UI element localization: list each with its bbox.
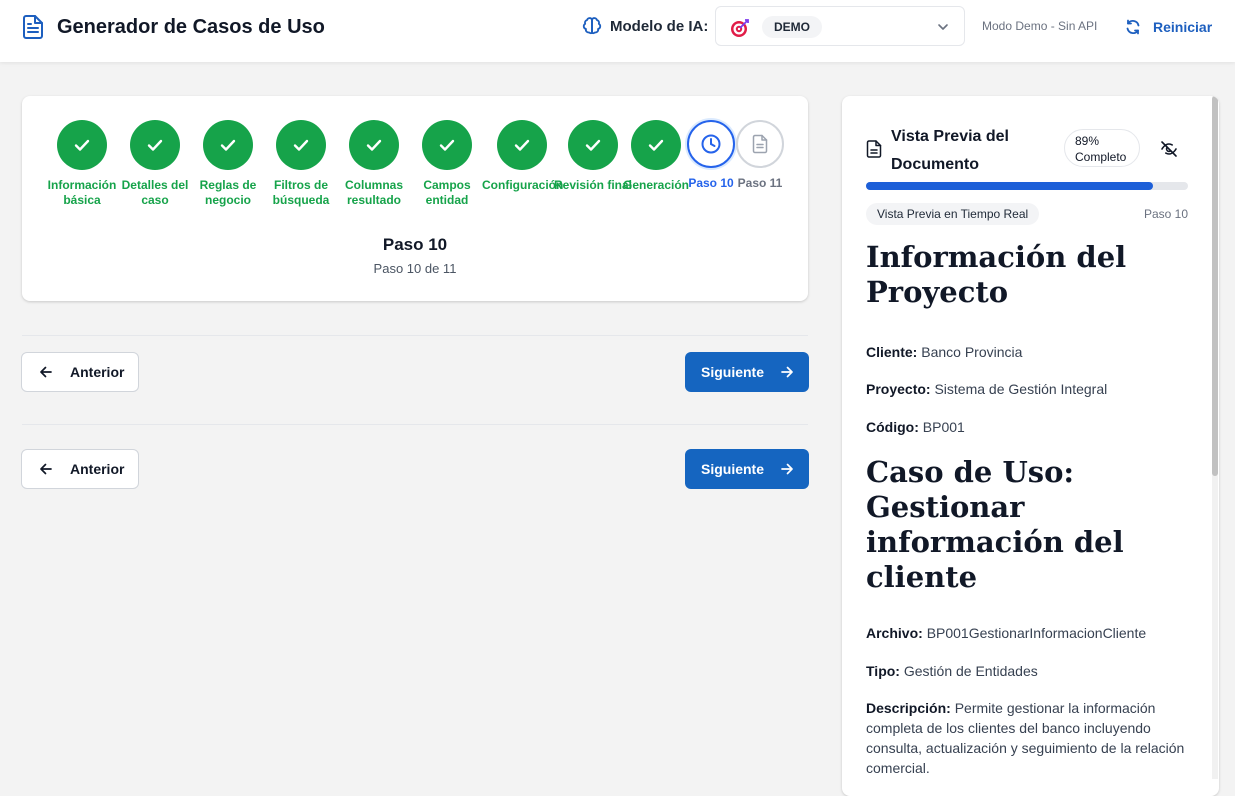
step-3[interactable]: Reglas de negocio: [188, 120, 268, 208]
model-select[interactable]: DEMO: [715, 6, 965, 46]
chevron-down-icon: [938, 24, 948, 30]
step-label: Filtros de búsqueda: [272, 178, 330, 207]
completion-progress-bar: [866, 182, 1188, 190]
step-6[interactable]: Campos entidad: [407, 120, 487, 208]
document-icon: [866, 140, 882, 158]
preview-title: Vista Previa del Documento: [891, 128, 1009, 173]
check-icon: [422, 120, 472, 170]
check-icon: [57, 120, 107, 170]
model-badge: DEMO: [762, 16, 822, 38]
doc-field-label: Tipo:: [866, 663, 900, 679]
doc-field-value: Gestión de Entidades: [903, 663, 1038, 679]
scrollbar-thumb[interactable]: [1212, 96, 1218, 476]
completion-badge: 89% Completo: [1064, 129, 1140, 167]
step-2[interactable]: Detalles del caso: [115, 120, 195, 208]
step-label: Detalles del caso: [121, 178, 189, 207]
step-11: Paso 11: [720, 120, 800, 191]
arrow-left-icon: [40, 366, 52, 378]
check-icon: [203, 120, 253, 170]
step-label: Reglas de negocio: [199, 178, 257, 207]
next-label: Siguiente: [701, 364, 765, 380]
doc-field-value: BP001GestionarInformacionCliente: [926, 625, 1147, 641]
doc-field-label: Proyecto:: [866, 381, 931, 397]
document-icon: [736, 120, 784, 168]
preview-scrollbar[interactable]: [1212, 96, 1218, 779]
doc-heading-case: Caso de Uso: Gestionar información del c…: [866, 455, 1124, 594]
step-5[interactable]: Columnas resultado: [334, 120, 414, 208]
check-icon: [276, 120, 326, 170]
step-4[interactable]: Filtros de búsqueda: [261, 120, 341, 208]
check-icon: [349, 120, 399, 170]
previous-label: Anterior: [70, 364, 125, 380]
doc-field-label: Código:: [866, 419, 919, 435]
document-icon: [23, 15, 43, 39]
doc-field-label: Cliente:: [866, 344, 918, 360]
stepper-card: Información básica Detalles del caso Regla…: [22, 96, 808, 301]
app-title: Generador de Casos de Uso: [57, 16, 325, 38]
doc-type-line: Tipo: Gestión de Entidades: [866, 661, 1186, 681]
brain-icon: [582, 17, 602, 35]
preview-step-label: Paso 10: [1143, 207, 1188, 221]
doc-field-label: Descripción:: [866, 700, 951, 716]
step-7[interactable]: Configuración: [482, 120, 564, 193]
restart-button[interactable]: Reiniciar: [1125, 16, 1212, 38]
document-preview-panel: Vista Previa del Documento 89% Completo …: [842, 96, 1219, 796]
doc-client-line: Cliente: Banco Provincia: [866, 342, 1186, 362]
divider: [22, 424, 808, 425]
next-label: Siguiente: [701, 461, 765, 477]
refresh-icon: [1126, 19, 1140, 35]
doc-heading-project: Información del Proyecto: [866, 240, 1127, 309]
current-step-subtitle: Paso 10 de 11: [373, 261, 457, 276]
doc-code-line: Código: BP001: [866, 417, 1186, 437]
step-label: Paso 11: [737, 176, 783, 190]
step-1[interactable]: Información básica: [42, 120, 122, 208]
doc-description-line: Descripción: Permite gestionar la inform…: [866, 698, 1186, 778]
previous-button[interactable]: Anterior: [21, 449, 139, 489]
previous-button[interactable]: Anterior: [21, 352, 139, 392]
model-label: Modelo de IA:: [610, 18, 709, 35]
mode-status-text: Modo Demo - Sin API: [982, 19, 1098, 33]
check-icon: [568, 120, 618, 170]
doc-file-line: Archivo: BP001GestionarInformacionClient…: [866, 623, 1186, 643]
doc-project-line: Proyecto: Sistema de Gestión Integral: [866, 379, 1186, 399]
step-label: Campos entidad: [423, 178, 471, 207]
step-label: Configuración: [482, 178, 564, 192]
realtime-badge: Vista Previa en Tiempo Real: [866, 203, 1040, 225]
progress-fill: [866, 182, 1153, 190]
next-button[interactable]: Siguiente: [685, 352, 809, 392]
target-icon: [731, 19, 749, 37]
restart-label: Reiniciar: [1153, 19, 1213, 35]
doc-field-value: Banco Provincia: [921, 344, 1023, 360]
arrow-right-icon: [781, 463, 793, 475]
previous-label: Anterior: [70, 461, 125, 477]
document-content: Información del Proyecto Cliente: Banco …: [866, 240, 1186, 778]
current-step-title: Paso 10: [382, 235, 448, 254]
app-header: Generador de Casos de Uso Modelo de IA: …: [0, 0, 1235, 62]
doc-field-label: Archivo:: [866, 625, 923, 641]
check-icon: [130, 120, 180, 170]
eye-off-icon[interactable]: [1160, 140, 1178, 158]
next-button[interactable]: Siguiente: [685, 449, 809, 489]
step-label: Columnas resultado: [344, 178, 403, 207]
step-label: Información básica: [47, 178, 117, 207]
divider: [22, 335, 808, 336]
check-icon: [497, 120, 547, 170]
doc-field-value: Sistema de Gestión Integral: [934, 381, 1108, 397]
doc-field-value: BP001: [922, 419, 965, 435]
arrow-right-icon: [781, 366, 793, 378]
arrow-left-icon: [40, 463, 52, 475]
